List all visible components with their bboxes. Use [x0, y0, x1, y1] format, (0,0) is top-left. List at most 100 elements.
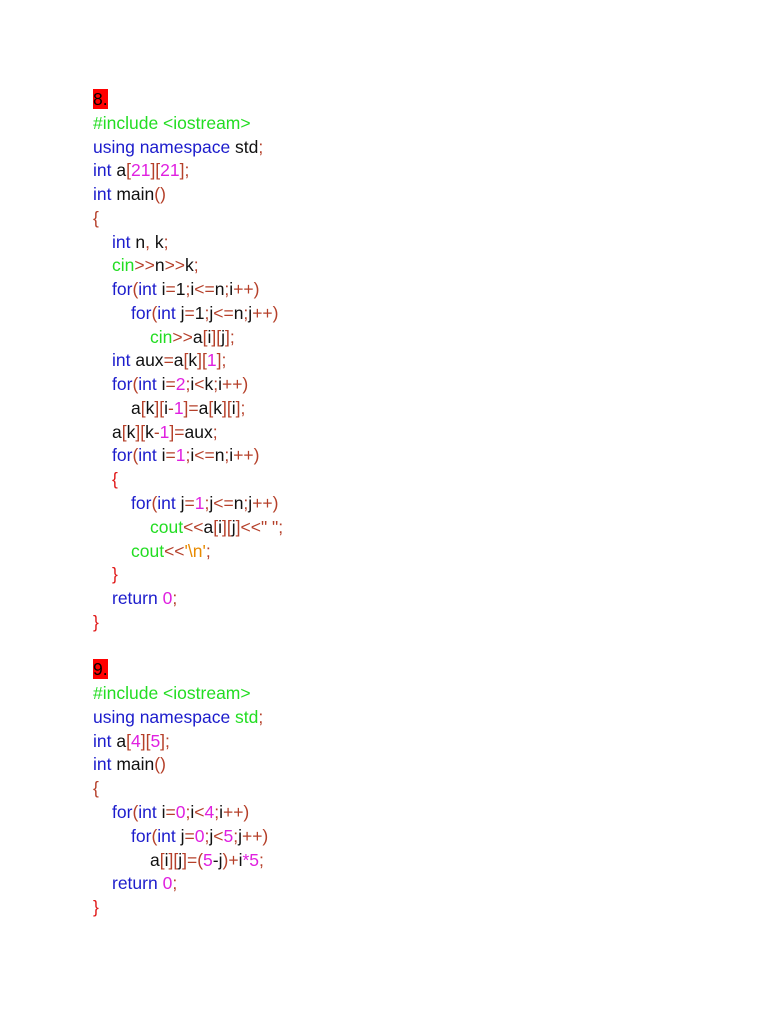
code-token: ;	[258, 706, 264, 727]
code-token: int	[157, 493, 176, 514]
code-token: int	[138, 374, 157, 395]
code-token: for	[112, 374, 133, 395]
code-line: for(int i=2;i<k;i++)	[93, 373, 283, 397]
exercise-heading: 8.	[93, 88, 283, 112]
code-token: 4	[204, 801, 215, 822]
code-token: 4	[130, 730, 141, 751]
code-token: 1	[175, 445, 186, 466]
code-token: using namespace	[93, 136, 231, 157]
code-line: #include <iostream>	[93, 112, 283, 136]
code-token: >>	[164, 255, 186, 276]
code-token: <=	[213, 302, 234, 323]
code-token: 1	[194, 302, 205, 323]
code-token: ++)	[222, 801, 250, 822]
code-token: for	[131, 302, 152, 323]
code-token: ;	[258, 136, 264, 157]
code-token: a	[112, 421, 122, 442]
code-token: cout	[150, 516, 184, 537]
code-token: aux	[130, 350, 164, 371]
code-token: <=	[194, 279, 215, 300]
code-token: <<	[183, 516, 204, 537]
code-token: ][	[222, 397, 232, 418]
code-token: ][	[140, 730, 151, 751]
code-token: int	[112, 231, 131, 252]
code-token: j	[175, 302, 185, 323]
code-token: a	[198, 397, 209, 418]
code-token: cin	[112, 255, 135, 276]
code-token: ];	[216, 350, 227, 371]
code-token: i	[156, 445, 166, 466]
code-token: {	[93, 778, 99, 799]
code-token: std	[230, 136, 259, 157]
code-line: return 0;	[93, 587, 283, 611]
code-token: cin	[150, 326, 173, 347]
code-token: 0	[157, 873, 173, 894]
code-line: int n, k;	[93, 231, 283, 255]
code-token: 0	[157, 588, 173, 609]
code-token: 0	[194, 825, 205, 846]
code-token: a	[111, 730, 127, 751]
code-token: k	[145, 421, 154, 442]
code-token: <	[194, 374, 205, 395]
code-token: 1	[175, 279, 186, 300]
code-token: ++)	[241, 825, 269, 846]
code-token: 5	[223, 825, 234, 846]
code-token: for	[131, 825, 152, 846]
code-token: =	[165, 374, 176, 395]
code-token: using namespace	[93, 706, 231, 727]
code-token: n	[233, 302, 244, 323]
code-token: '\n'	[184, 540, 206, 561]
code-token: a	[203, 516, 214, 537]
code-token: 21	[130, 160, 151, 181]
code-token: i	[156, 374, 166, 395]
code-token: =	[165, 445, 176, 466]
code-token: a	[192, 326, 203, 347]
code-line: for(int i=1;i<=n;i++)	[93, 444, 283, 468]
exercise-heading: 9.	[93, 658, 283, 682]
code-token: {	[112, 469, 118, 490]
code-token: j	[175, 825, 185, 846]
code-token: 5	[150, 730, 161, 751]
code-line: return 0;	[93, 872, 283, 896]
code-token: ()	[154, 754, 166, 775]
code-token: 5	[203, 849, 213, 870]
code-token: n	[233, 493, 244, 514]
code-token: >>	[134, 255, 155, 276]
code-token: ];	[235, 397, 246, 418]
code-token: for	[131, 493, 152, 514]
code-token: -j	[212, 849, 223, 870]
code-line: int main()	[93, 753, 283, 777]
code-token: 1	[159, 421, 170, 442]
code-token: =	[184, 825, 195, 846]
code-token: ]=	[183, 397, 199, 418]
code-token: }	[93, 611, 99, 632]
code-token: ];	[179, 160, 190, 181]
code-line: }	[93, 896, 283, 920]
code-token: 5	[249, 849, 259, 870]
code-token: ++)	[233, 279, 260, 300]
code-token: ++)	[252, 493, 279, 514]
code-line: {	[93, 468, 283, 492]
code-token: int	[138, 279, 157, 300]
code-token: =	[184, 302, 195, 323]
code-token: 1	[206, 350, 217, 371]
code-token: ][	[197, 350, 207, 371]
code-token: int	[93, 184, 112, 205]
code-token: std	[230, 706, 259, 727]
code-token: for	[112, 445, 133, 466]
code-token: 2	[175, 374, 186, 395]
code-token: ;	[259, 849, 264, 870]
code-token: int	[93, 754, 112, 775]
code-token: k	[204, 374, 214, 395]
code-token: ;	[172, 588, 178, 609]
code-token: int	[112, 350, 131, 371]
code-line: a[k][k-1]=aux;	[93, 421, 283, 445]
code-line: #include <iostream>	[93, 682, 283, 706]
code-line: int a[4][5];	[93, 730, 283, 754]
code-token: #include <iostream>	[93, 112, 251, 133]
code-line: {	[93, 777, 283, 801]
code-line: int aux=a[k][1];	[93, 349, 283, 373]
code-line: for(int i=0;i<4;i++)	[93, 801, 283, 825]
code-token: {	[93, 207, 99, 228]
